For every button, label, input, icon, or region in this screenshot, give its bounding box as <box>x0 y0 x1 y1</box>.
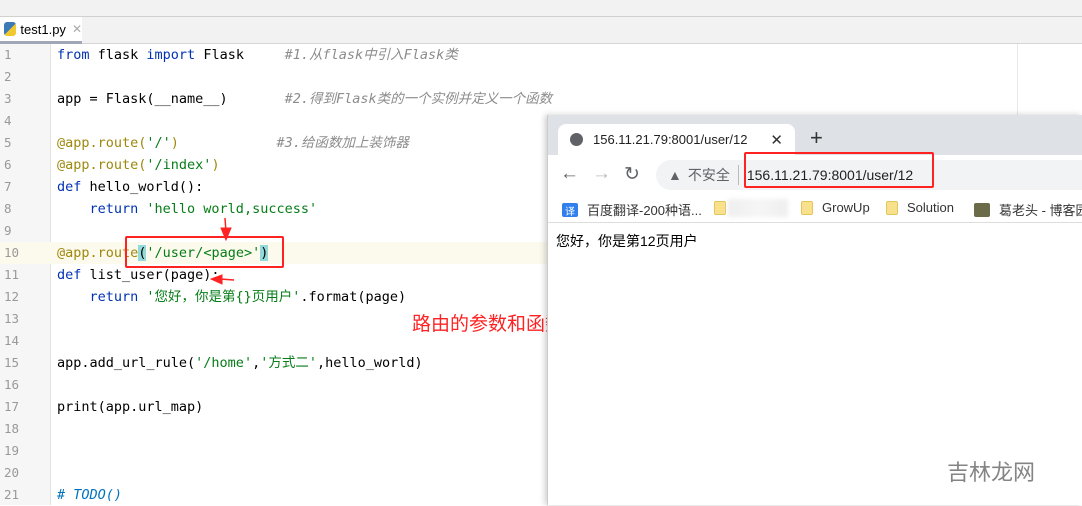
browser-tab[interactable]: 156.11.21.79:8001/user/12 ✕ <box>558 124 795 155</box>
arrow-left <box>209 274 235 285</box>
bookmark-label: GrowUp <box>822 200 870 215</box>
watermark: 吉林龙网 <box>947 460 1036 485</box>
reload-icon[interactable]: ↻ <box>624 163 640 186</box>
bookmark-label: 葛老头 - 博客园 <box>999 203 1082 218</box>
folder-icon <box>886 200 898 215</box>
bookmark-baidu-translate[interactable]: 译 百度翻译-200种语... <box>562 200 702 219</box>
bookmark-growup[interactable]: GrowUp <box>801 200 870 215</box>
browser-tab-title: 156.11.21.79:8001/user/12 <box>593 132 748 147</box>
bookmark-solution[interactable]: Solution <box>886 200 954 215</box>
page-content: 您好，你是第12页用户 <box>556 233 698 249</box>
back-icon[interactable]: ← <box>560 163 579 185</box>
forward-icon[interactable]: → <box>592 163 611 185</box>
insecure-label: 不安全 <box>688 165 739 185</box>
browser-window: 156.11.21.79:8001/user/12 ✕ + ← → ↻ ▲ 不安… <box>547 115 1082 505</box>
new-tab-button[interactable]: + <box>810 125 823 151</box>
highlight-box-url <box>744 152 934 188</box>
close-icon[interactable]: ✕ <box>770 131 783 149</box>
blurred-bookmark <box>728 199 788 217</box>
bookmarks-bar: 译 百度翻译-200种语... GrowUp Solution 葛老头 - 博客… <box>548 195 1082 223</box>
browser-tab-strip: 156.11.21.79:8001/user/12 ✕ + <box>548 115 1082 155</box>
bookmark-label: 百度翻译-200种语... <box>587 203 702 218</box>
globe-icon <box>570 133 583 146</box>
browser-toolbar: ← → ↻ ▲ 不安全 156.11.21.79:8001/user/12 <box>548 152 1082 195</box>
warning-icon: ▲ <box>668 167 682 183</box>
translate-icon: 译 <box>562 202 578 218</box>
folder-icon <box>801 200 813 215</box>
folder-icon <box>714 201 726 215</box>
arrow-down <box>220 217 232 242</box>
bookmark-label: Solution <box>907 200 954 215</box>
bookmark-blog[interactable]: 葛老头 - 博客园 <box>974 200 1082 219</box>
blog-avatar-icon <box>974 202 990 217</box>
